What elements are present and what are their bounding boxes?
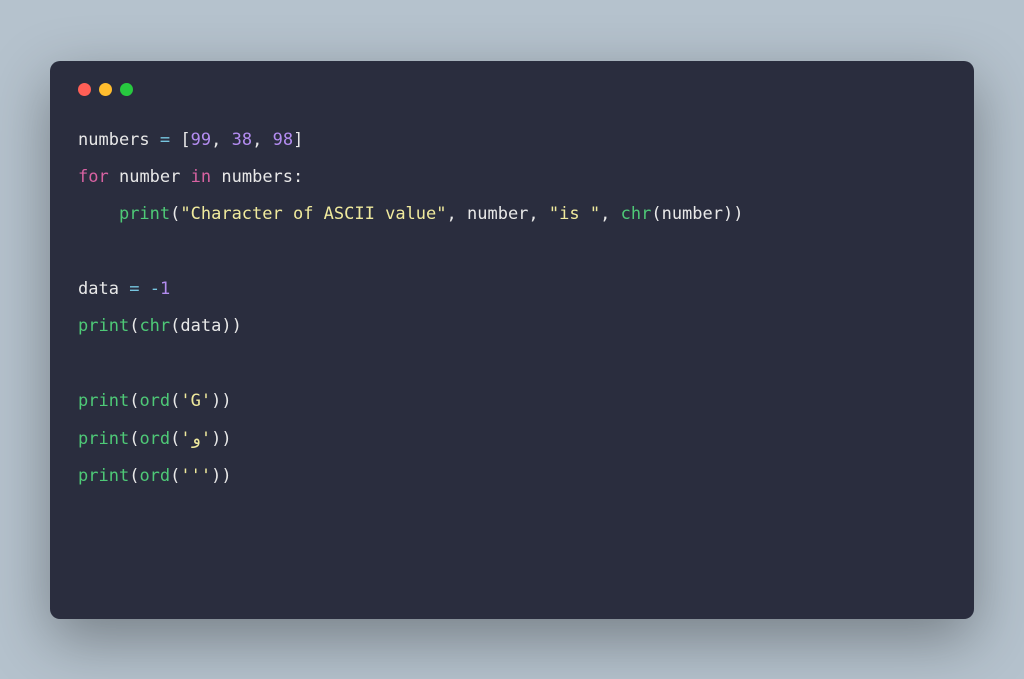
code-line-1: numbers = [99, 38, 98] (78, 130, 303, 150)
code-line-3: print("Character of ASCII value", number… (78, 204, 744, 224)
code-line-7: print(ord('و')) (78, 429, 232, 449)
window-traffic-lights (78, 83, 946, 96)
code-block: numbers = [99, 38, 98] for number in num… (78, 122, 946, 496)
maximize-icon[interactable] (120, 83, 133, 96)
code-window: numbers = [99, 38, 98] for number in num… (50, 61, 974, 619)
code-line-5: print(chr(data)) (78, 316, 242, 336)
code-line-8: print(ord(''')) (78, 466, 232, 486)
code-line-2: for number in numbers: (78, 167, 303, 187)
code-line-4: data = -1 (78, 279, 170, 299)
minimize-icon[interactable] (99, 83, 112, 96)
close-icon[interactable] (78, 83, 91, 96)
code-line-6: print(ord('G')) (78, 391, 232, 411)
